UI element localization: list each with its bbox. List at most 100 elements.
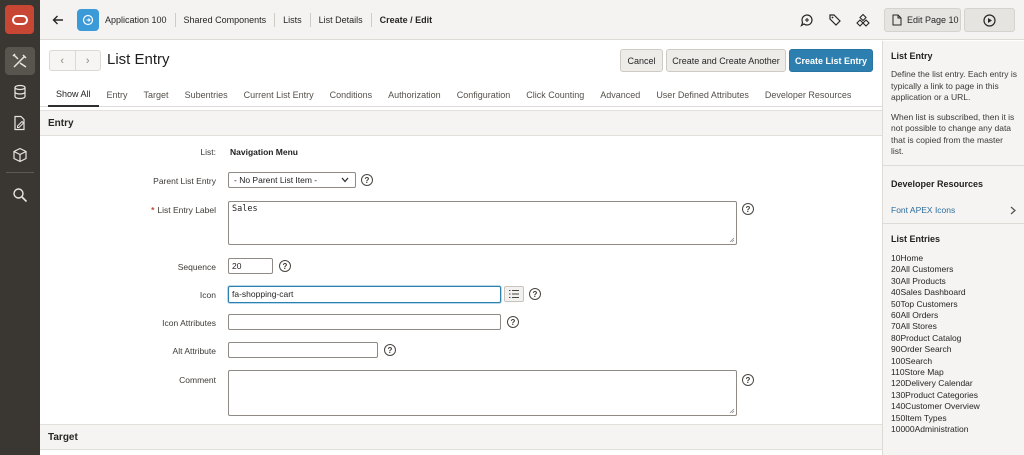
create-and-create-another-button[interactable]: Create and Create Another (666, 49, 786, 72)
breadcrumb-separator (370, 13, 372, 27)
help-icon[interactable]: ? (384, 344, 396, 356)
breadcrumb-shared-components[interactable]: Shared Components (184, 15, 267, 25)
list-entry-item[interactable]: 120Delivery Calendar (883, 378, 980, 389)
help-icon[interactable]: ? (742, 374, 754, 386)
icon-input[interactable]: fa-shopping-cart (228, 286, 501, 303)
help-icon[interactable]: ? (507, 316, 519, 328)
list-entry-item[interactable]: 70All Stores (883, 321, 980, 332)
chat-icon[interactable] (798, 11, 816, 29)
tab-current-list-entry[interactable]: Current List Entry (236, 83, 322, 107)
list-entry-item[interactable]: 10Home (883, 253, 980, 264)
list-entry-item[interactable]: 150Item Types (883, 413, 980, 424)
help-icon[interactable]: ? (529, 288, 541, 300)
help-icon[interactable]: ? (279, 260, 291, 272)
alt-attribute-input[interactable] (228, 342, 378, 358)
list-entry-item[interactable]: 50Top Customers (883, 299, 980, 310)
comment-textarea[interactable] (228, 370, 737, 416)
oracle-logo-icon[interactable] (5, 5, 34, 34)
list-entry-help-title: List Entry (891, 51, 933, 61)
alt-attribute-label: Alt Attribute (172, 346, 216, 356)
tab-show-all[interactable]: Show All (48, 83, 99, 107)
top-bar: Application 100 Shared Components Lists … (40, 0, 1024, 40)
tab-user-defined-attributes[interactable]: User Defined Attributes (648, 83, 757, 107)
page-title: List Entry (107, 51, 170, 68)
cancel-button[interactable]: Cancel (620, 49, 663, 72)
tab-conditions[interactable]: Conditions (322, 83, 381, 107)
play-icon (983, 13, 996, 27)
sequence-input[interactable]: 20 (228, 258, 273, 274)
list-entry-item[interactable]: 110Store Map (883, 367, 980, 378)
breadcrumb-lists[interactable]: Lists (283, 15, 302, 25)
entry-region-header: Entry (40, 110, 882, 136)
tab-advanced[interactable]: Advanced (592, 83, 648, 107)
breadcrumb-list-details[interactable]: List Details (319, 15, 363, 25)
database-icon[interactable] (5, 78, 35, 106)
package-icon[interactable] (5, 141, 35, 169)
tools-icon[interactable] (5, 47, 35, 75)
panel-divider (883, 223, 1024, 224)
list-entry-label-value: Sales (232, 204, 258, 214)
list-entry-item[interactable]: 140Customer Overview (883, 401, 980, 412)
tab-authorization[interactable]: Authorization (380, 83, 449, 107)
tab-target[interactable]: Target (136, 83, 177, 107)
left-rail (0, 0, 40, 455)
chevron-down-icon (341, 177, 349, 183)
list-entry-item[interactable]: 100Search (883, 356, 980, 367)
create-list-entry-button[interactable]: Create List Entry (789, 49, 873, 72)
components-icon[interactable] (854, 11, 872, 29)
list-entry-item[interactable]: 60All Orders (883, 310, 980, 321)
parent-list-entry-select[interactable]: - No Parent List Item - (228, 172, 356, 188)
list-entry-item[interactable]: 30All Products (883, 276, 980, 287)
search-icon[interactable] (5, 181, 35, 209)
shared-components-icon[interactable] (826, 11, 844, 29)
back-arrow-icon[interactable] (50, 12, 66, 28)
tab-configuration[interactable]: Configuration (449, 83, 519, 107)
resize-grip-icon[interactable] (729, 408, 735, 414)
list-entries-title: List Entries (891, 234, 941, 244)
edit-page-button[interactable]: Edit Page 10 (884, 8, 961, 32)
help-icon[interactable]: ? (742, 203, 754, 215)
font-apex-icons-link[interactable]: Font APEX Icons (891, 205, 955, 215)
list-entry-item[interactable]: 10000Administration (883, 424, 980, 435)
developer-resources-section: Developer Resources (883, 179, 1024, 189)
breadcrumb-current: Create / Edit (379, 15, 433, 25)
tab-developer-resources[interactable]: Developer Resources (757, 83, 860, 107)
list-value: Navigation Menu (230, 147, 299, 157)
breadcrumb-separator (174, 13, 176, 27)
icon-attributes-input[interactable] (228, 314, 501, 330)
icon-attributes-label: Icon Attributes (162, 318, 216, 328)
required-asterisk: * (151, 205, 155, 215)
list-entry-label-label: * List Entry Label (40, 205, 216, 215)
next-arrow-icon[interactable]: › (76, 51, 101, 70)
help-panel: List Entry Define the list entry. Each e… (882, 41, 1024, 455)
help-icon[interactable]: ? (361, 174, 373, 186)
run-page-button[interactable] (964, 8, 1015, 32)
list-entry-item[interactable]: 90Order Search (883, 344, 980, 355)
edit-page-label: Edit Page 10 (907, 15, 959, 25)
list-entry-item[interactable]: 130Product Categories (883, 390, 980, 401)
list-entry-item[interactable]: 20All Customers (883, 264, 980, 275)
breadcrumb-application[interactable]: Application 100 (105, 15, 167, 25)
list-entry-item[interactable]: 80Product Catalog (883, 333, 980, 344)
entry-region-title: Entry (48, 118, 74, 129)
list-icon (509, 289, 519, 299)
tab-subentries[interactable]: Subentries (177, 83, 236, 107)
target-region-header: Target (40, 424, 882, 450)
sequence-label: Sequence (177, 262, 216, 272)
previous-arrow-icon[interactable]: ‹ (50, 51, 76, 70)
page-edit-icon[interactable] (5, 109, 35, 137)
application-icon[interactable] (77, 9, 99, 31)
icon-label: Icon (199, 290, 216, 300)
list-entry-label-textarea[interactable]: Sales (228, 201, 737, 245)
target-region-title: Target (48, 432, 78, 443)
tab-click-counting[interactable]: Click Counting (518, 83, 592, 107)
tab-entry[interactable]: Entry (99, 83, 136, 107)
icon-picker-button[interactable] (504, 286, 524, 302)
record-pager: ‹ › (49, 50, 101, 71)
main-content: ‹ › List Entry Cancel Create and Create … (40, 41, 882, 455)
comment-label: Comment (179, 375, 216, 385)
chevron-right-icon[interactable] (1010, 206, 1016, 215)
resize-grip-icon[interactable] (729, 237, 735, 243)
list-entries-list: 10Home 20All Customers 30All Products 40… (883, 253, 980, 436)
list-entry-item[interactable]: 40Sales Dashboard (883, 287, 980, 298)
